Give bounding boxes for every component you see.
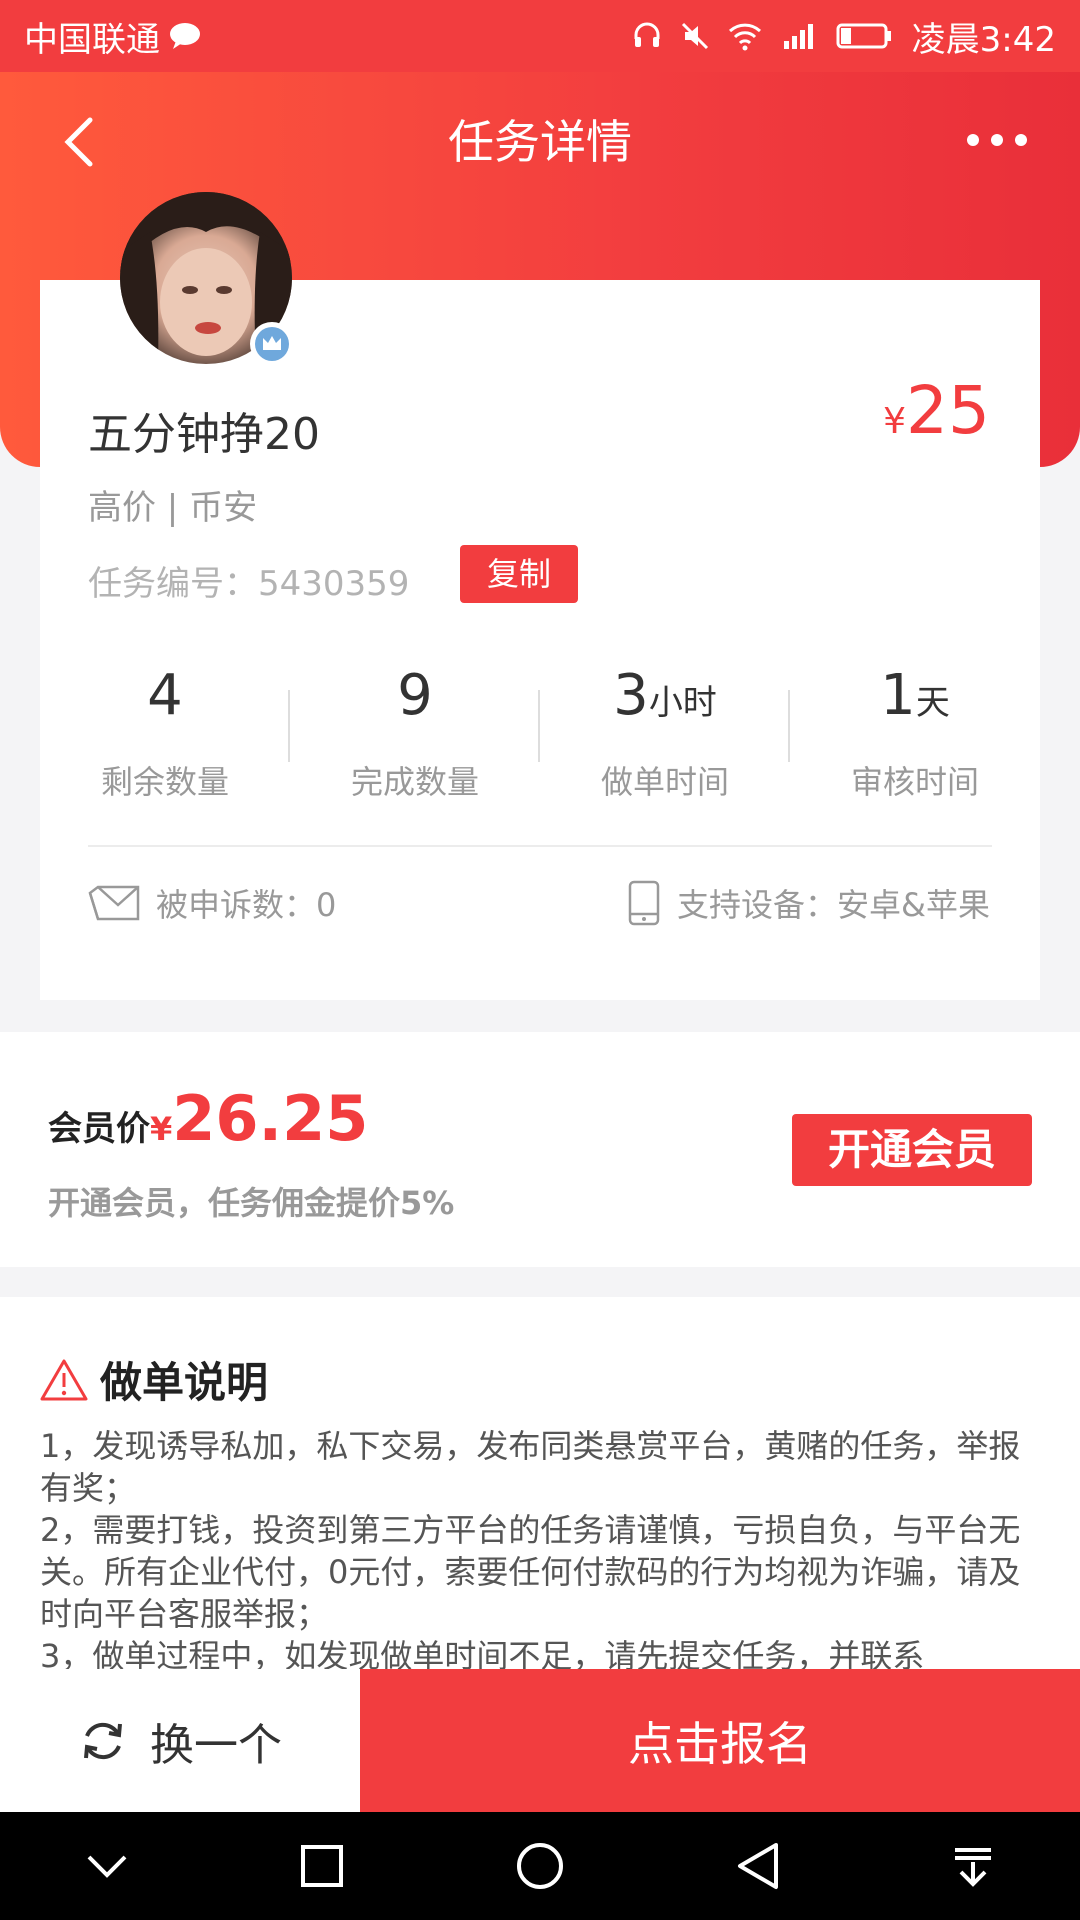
more-icon[interactable] xyxy=(962,120,1032,160)
stat-value: 1 xyxy=(880,663,916,728)
stat-value: 3 xyxy=(613,663,649,728)
nav-bar: 任务详情 xyxy=(0,72,1080,212)
recent-apps-icon[interactable] xyxy=(300,1844,344,1888)
clock: 凌晨3:42 xyxy=(911,19,1056,60)
stat-value: 9 xyxy=(397,663,433,728)
system-nav-bar xyxy=(0,1812,1080,1920)
swap-button[interactable]: 换一个 xyxy=(0,1669,360,1812)
vip-section: 会员价 ¥26.25 开通会员，任务佣金提价5% 开通会员 xyxy=(0,1032,1080,1267)
stat-remaining: 4 剩余数量 xyxy=(40,660,290,810)
signup-button[interactable]: 点击报名 xyxy=(360,1669,1080,1812)
back-triangle-icon[interactable] xyxy=(736,1841,780,1891)
message-icon xyxy=(170,23,200,49)
instructions-section: 做单说明 1，发现诱导私加，私下交易，发布同类悬赏平台，黄赌的任务，举报有奖； … xyxy=(0,1297,1080,1669)
chevron-down-icon[interactable] xyxy=(85,1851,129,1881)
task-price: ¥25 xyxy=(883,372,990,449)
status-bar: 中国联通 凌晨3:42 xyxy=(0,0,1080,72)
vip-subtitle: 开通会员，任务佣金提价5% xyxy=(48,1184,455,1222)
instructions-title: 做单说明 xyxy=(100,1358,269,1407)
copy-button[interactable]: 复制 xyxy=(460,545,578,603)
task-number-value: 5430359 xyxy=(258,564,410,604)
stat-label: 做单时间 xyxy=(600,763,729,801)
phone-icon xyxy=(628,880,660,926)
notification-pull-icon[interactable] xyxy=(951,1844,995,1888)
stat-label: 完成数量 xyxy=(350,763,479,801)
crown-icon xyxy=(255,327,289,361)
vip-currency: ¥ xyxy=(150,1110,173,1148)
stat-value: 4 xyxy=(147,663,183,728)
warning-icon xyxy=(40,1359,88,1400)
envelope-icon xyxy=(88,885,140,921)
supported-devices: 支持设备：安卓&苹果 xyxy=(627,880,990,926)
stat-label: 审核时间 xyxy=(850,763,979,801)
refresh-icon xyxy=(84,1722,122,1759)
stat-unit: 天 xyxy=(915,683,950,723)
stat-unit: 小时 xyxy=(648,683,717,723)
task-number: 任务编号：5430359 xyxy=(88,556,409,605)
stat-review-time: 1天 审核时间 xyxy=(790,660,1040,810)
instructions-text: 1，发现诱导私加，私下交易，发布同类悬赏平台，黄赌的任务，举报有奖； 2，需要打… xyxy=(40,1427,1021,1669)
action-bar: 换一个 点击报名 xyxy=(0,1669,1080,1812)
task-tags: 高价 | 币安 xyxy=(88,488,258,528)
stat-completed: 9 完成数量 xyxy=(290,660,540,810)
stat-label: 剩余数量 xyxy=(100,763,229,801)
stat-work-time: 3小时 做单时间 xyxy=(540,660,790,810)
devices-text: 支持设备：安卓&苹果 xyxy=(677,886,990,924)
vip-price: 26.25 xyxy=(172,1082,369,1155)
mute-icon xyxy=(681,22,708,50)
page-title: 任务详情 xyxy=(448,115,632,169)
task-title: 五分钟挣20 xyxy=(88,409,320,460)
task-number-label: 任务编号： xyxy=(88,564,258,604)
price-currency: ¥ xyxy=(883,401,907,442)
swap-label: 换一个 xyxy=(150,1719,282,1771)
price-value: 25 xyxy=(906,372,990,449)
card-divider xyxy=(88,845,992,847)
signal-icon xyxy=(783,24,813,49)
carrier-label: 中国联通 xyxy=(24,19,160,60)
headset-icon xyxy=(634,22,660,47)
open-vip-button[interactable]: 开通会员 xyxy=(792,1114,1032,1186)
vip-price-label: 会员价 xyxy=(48,1109,150,1149)
complaint-count: 被申诉数：0 xyxy=(88,880,336,926)
home-icon[interactable] xyxy=(515,1841,565,1891)
verified-badge xyxy=(250,322,294,366)
task-stats: 4 剩余数量 9 完成数量 3小时 做单时间 1天 审核时间 xyxy=(40,660,1040,810)
battery-icon xyxy=(836,23,891,49)
complaint-text: 被申诉数：0 xyxy=(156,886,337,924)
wifi-icon xyxy=(728,23,761,51)
